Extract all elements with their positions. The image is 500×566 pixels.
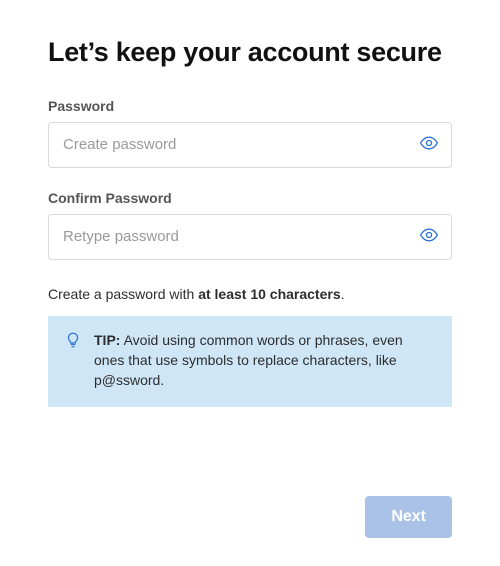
- password-section: Password: [48, 98, 452, 190]
- tip-text: TIP: Avoid using common words or phrases…: [94, 330, 436, 391]
- password-input[interactable]: [48, 122, 452, 168]
- tip-box: TIP: Avoid using common words or phrases…: [48, 316, 452, 407]
- confirm-password-input[interactable]: [48, 214, 452, 260]
- toggle-confirm-visibility-button[interactable]: [414, 222, 444, 252]
- tip-body: Avoid using common words or phrases, eve…: [94, 332, 403, 389]
- password-rule-prefix: Create a password with: [48, 286, 198, 302]
- eye-icon: [419, 133, 439, 156]
- confirm-password-input-wrap: [48, 214, 452, 260]
- confirm-password-label: Confirm Password: [48, 190, 452, 206]
- password-rule-bold: at least 10 characters: [198, 286, 340, 302]
- confirm-password-section: Confirm Password: [48, 190, 452, 282]
- next-button[interactable]: Next: [365, 496, 452, 538]
- eye-icon: [419, 225, 439, 248]
- password-rule: Create a password with at least 10 chara…: [48, 286, 452, 302]
- toggle-password-visibility-button[interactable]: [414, 130, 444, 160]
- password-rule-suffix: .: [341, 286, 345, 302]
- password-input-wrap: [48, 122, 452, 168]
- password-label: Password: [48, 98, 452, 114]
- footer: Next: [48, 466, 452, 538]
- lightbulb-icon: [64, 331, 82, 349]
- tip-label: TIP:: [94, 332, 120, 348]
- page-title: Let’s keep your account secure: [48, 36, 452, 70]
